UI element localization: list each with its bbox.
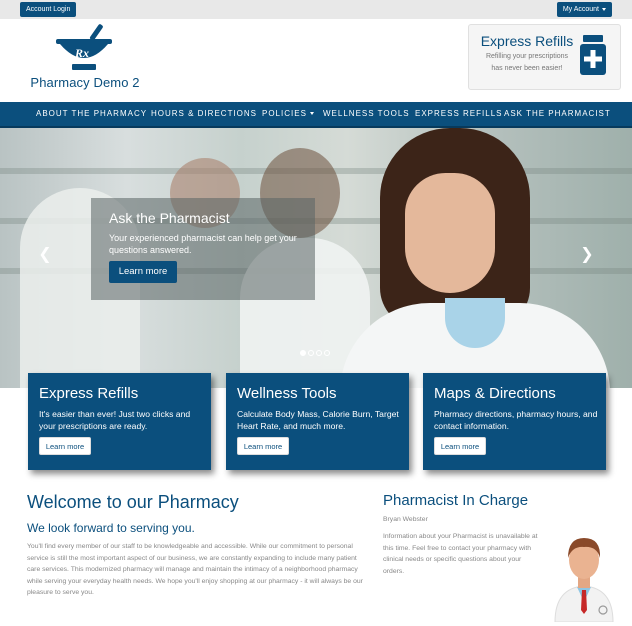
pharmacist-title: Pharmacist In Charge xyxy=(383,492,529,509)
card-maps-directions: Maps & Directions Pharmacy directions, p… xyxy=(423,373,606,470)
welcome-title: Welcome to our Pharmacy xyxy=(27,492,239,512)
my-account-dropdown[interactable]: My Account xyxy=(556,2,612,17)
express-refills-title: Express Refills xyxy=(480,33,574,49)
nav-ask-pharmacist[interactable]: ASK THE PHARMACIST xyxy=(504,102,611,126)
pharmacist-avatar-icon xyxy=(554,538,614,622)
card-express-refills: Express Refills It's easier than ever! J… xyxy=(28,373,211,470)
hero-text: Your experienced pharmacist can help get… xyxy=(109,233,297,255)
nav-about[interactable]: ABOUT THE PHARMACY xyxy=(36,102,147,126)
pharmacist-body: Information about your Pharmacist is una… xyxy=(383,533,538,575)
site-logo[interactable]: Rx Pharmacy Demo 2 xyxy=(30,22,140,98)
account-login-button[interactable]: Account Login xyxy=(20,2,77,17)
carousel-next-icon[interactable]: ❯ xyxy=(580,246,594,264)
welcome-subtitle: We look forward to serving you. xyxy=(27,521,195,535)
caret-down-icon xyxy=(602,7,606,11)
nav-policies[interactable]: POLICIES xyxy=(262,102,314,126)
caret-down-icon xyxy=(309,112,314,116)
carousel-dot[interactable] xyxy=(316,350,322,356)
card-learn-more-button[interactable]: Learn more xyxy=(237,437,289,455)
carousel-dot[interactable] xyxy=(308,350,314,356)
nav-hours[interactable]: HOURS & DIRECTIONS xyxy=(151,102,257,126)
pharmacist-photo-face xyxy=(405,173,495,293)
nav-express-refills[interactable]: EXPRESS REFILLS xyxy=(415,102,502,126)
card-learn-more-button[interactable]: Learn more xyxy=(39,437,91,455)
site-header: Rx Pharmacy Demo 2 Express Refills Refil… xyxy=(0,19,632,102)
nav-wellness[interactable]: WELLNESS TOOLS xyxy=(323,102,410,126)
carousel-dot[interactable] xyxy=(324,350,330,356)
hero-carousel[interactable]: Ask the Pharmacist Your experienced phar… xyxy=(0,128,632,388)
card-text: Calculate Body Mass, Calorie Burn, Targe… xyxy=(237,409,399,431)
carousel-dot[interactable] xyxy=(300,350,306,356)
nav-policies-label: POLICIES xyxy=(262,109,307,118)
express-refills-widget[interactable]: Express Refills Refilling your prescript… xyxy=(468,24,621,90)
hero-learn-more-button[interactable]: Learn more xyxy=(109,261,177,283)
card-text: Pharmacy directions, pharmacy hours, and… xyxy=(434,409,598,431)
carousel-prev-icon[interactable]: ❮ xyxy=(38,246,52,264)
card-text: It's easier than ever! Just two clicks a… xyxy=(39,409,191,431)
hero-caption: Ask the Pharmacist Your experienced phar… xyxy=(91,198,315,300)
welcome-body: You'll find every member of our staff to… xyxy=(27,543,363,597)
hero-title: Ask the Pharmacist xyxy=(109,210,230,226)
mortar-pestle-icon: Rx xyxy=(56,24,112,70)
card-title: Express Refills xyxy=(39,385,139,402)
express-sub-line1: Refilling your prescriptions xyxy=(485,53,569,60)
card-title: Wellness Tools xyxy=(237,385,337,402)
pill-bottle-icon xyxy=(580,35,606,75)
main-nav: ABOUT THE PHARMACY HOURS & DIRECTIONS PO… xyxy=(0,102,632,128)
utility-bar: Account Login My Account xyxy=(0,0,632,19)
svg-text:Rx: Rx xyxy=(74,46,89,60)
my-account-label: My Account xyxy=(562,6,599,13)
logo-text: Pharmacy Demo 2 xyxy=(30,75,140,90)
card-learn-more-button[interactable]: Learn more xyxy=(434,437,486,455)
carousel-indicators xyxy=(298,350,338,358)
pharmacist-name: Bryan Webster xyxy=(383,516,428,523)
express-refills-subtitle: Refilling your prescriptions has never b… xyxy=(477,51,577,75)
express-sub-line2: has never been easier! xyxy=(491,65,563,72)
card-wellness-tools: Wellness Tools Calculate Body Mass, Calo… xyxy=(226,373,409,470)
card-title: Maps & Directions xyxy=(434,385,556,402)
